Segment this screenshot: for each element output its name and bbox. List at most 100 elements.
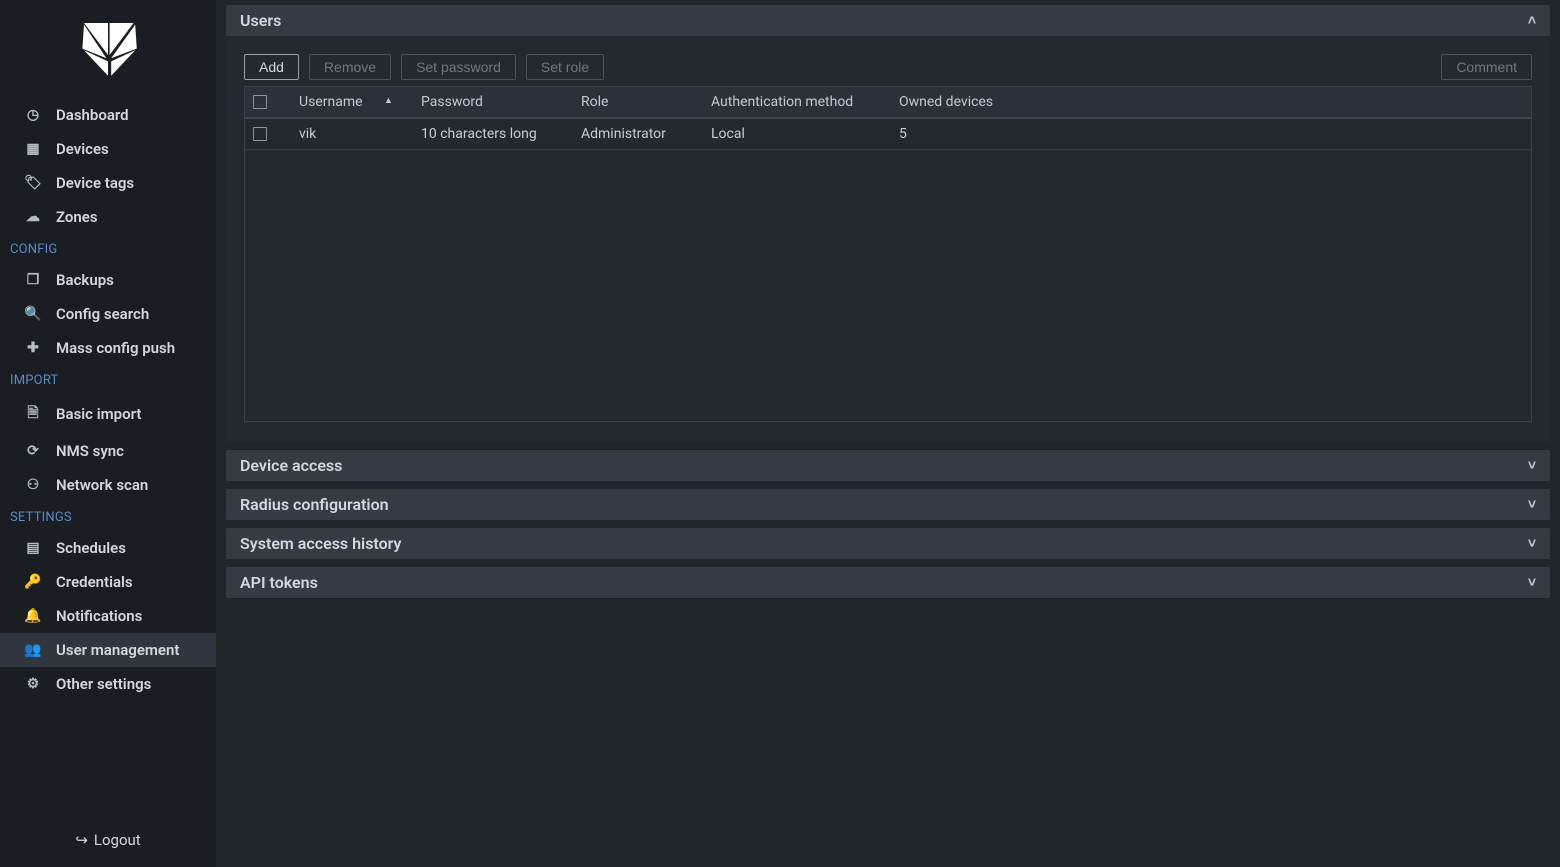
panel-header-api-tokens[interactable]: API tokens ˅ xyxy=(226,567,1550,598)
panel-system-access-history: System access history ˅ xyxy=(226,528,1550,559)
sidebar-item-credentials[interactable]: 🔑 Credentials xyxy=(0,565,216,599)
sidebar-item-notifications[interactable]: 🔔 Notifications xyxy=(0,599,216,633)
sidebar-item-label: Network scan xyxy=(56,476,148,494)
table-header-row: Username ▲ Password Role Authentication … xyxy=(245,87,1531,118)
sort-asc-icon: ▲ xyxy=(384,96,393,106)
sidebar-item-user-management[interactable]: 👥 User management xyxy=(0,633,216,667)
key-icon: 🔑 xyxy=(24,574,42,590)
sliders-icon: ⚙ xyxy=(24,676,42,692)
sidebar-item-label: Other settings xyxy=(56,675,151,693)
sidebar-item-zones[interactable]: ☁ Zones xyxy=(0,200,216,234)
sidebar-item-backups[interactable]: ❐ Backups xyxy=(0,263,216,297)
cloud-icon: ☁ xyxy=(24,209,42,225)
sidebar-item-label: Credentials xyxy=(56,573,133,591)
sidebar-item-label: Backups xyxy=(56,271,114,289)
chevron-down-icon: ˅ xyxy=(1528,535,1536,552)
panel-header-device-access[interactable]: Device access ˅ xyxy=(226,450,1550,481)
panel-api-tokens: API tokens ˅ xyxy=(226,567,1550,598)
users-toolbar: Add Remove Set password Set role Comment xyxy=(244,54,1532,80)
column-password[interactable]: Password xyxy=(413,87,573,118)
panel-title: System access history xyxy=(240,534,402,553)
panel-title: Users xyxy=(240,11,281,30)
panel-users: Users ˄ Add Remove Set password Set role… xyxy=(226,5,1550,442)
sidebar-item-label: Notifications xyxy=(56,607,142,625)
cell-username: vik xyxy=(291,118,413,150)
logout-icon: ↪ xyxy=(75,831,88,849)
gauge-icon: ◷ xyxy=(24,107,42,123)
sidebar-item-label: Basic import xyxy=(56,405,141,423)
set-role-button[interactable]: Set role xyxy=(526,54,604,80)
sidebar-item-other-settings[interactable]: ⚙ Other settings xyxy=(0,667,216,701)
column-select-all[interactable] xyxy=(245,87,291,118)
chevron-down-icon: ˅ xyxy=(1528,457,1536,474)
sidebar-item-basic-import[interactable]: 🗎 Basic import xyxy=(0,394,216,434)
users-icon: 👥 xyxy=(24,642,42,658)
column-role[interactable]: Role xyxy=(573,87,703,118)
sidebar-section-settings: SETTINGS xyxy=(0,502,216,531)
table-row[interactable]: vik 10 characters long Administrator Loc… xyxy=(245,118,1531,150)
comment-button[interactable]: Comment xyxy=(1441,54,1532,80)
search-icon: 🔍 xyxy=(24,306,42,322)
column-owned-devices[interactable]: Owned devices xyxy=(891,87,1531,118)
panel-header-users[interactable]: Users ˄ xyxy=(226,5,1550,36)
cell-owned-devices: 5 xyxy=(891,118,1531,150)
sync-icon: ⟳ xyxy=(24,443,42,459)
cell-auth-method: Local xyxy=(703,118,891,150)
panel-body-users: Add Remove Set password Set role Comment xyxy=(226,36,1550,442)
sidebar-item-label: NMS sync xyxy=(56,442,124,460)
calendar-icon: ▤ xyxy=(24,540,42,556)
add-button[interactable]: Add xyxy=(244,54,299,80)
sidebar-item-device-tags[interactable]: 🏷 Device tags xyxy=(0,166,216,200)
sidebar-item-config-search[interactable]: 🔍 Config search xyxy=(0,297,216,331)
panel-device-access: Device access ˅ xyxy=(226,450,1550,481)
sidebar-item-network-scan[interactable]: ⚇ Network scan xyxy=(0,468,216,502)
sidebar-section-config: CONFIG xyxy=(0,234,216,263)
sidebar-item-label: Device tags xyxy=(56,174,134,192)
cell-password: 10 characters long xyxy=(413,118,573,150)
panel-title: Device access xyxy=(240,456,342,475)
panel-header-system-access-history[interactable]: System access history ˅ xyxy=(226,528,1550,559)
main-content: Users ˄ Add Remove Set password Set role… xyxy=(216,0,1560,867)
sidebar-item-schedules[interactable]: ▤ Schedules xyxy=(0,531,216,565)
sidebar-item-label: Schedules xyxy=(56,539,126,557)
logout-button[interactable]: ↪ Logout xyxy=(0,817,216,867)
remove-button[interactable]: Remove xyxy=(309,54,391,80)
set-password-button[interactable]: Set password xyxy=(401,54,516,80)
sidebar-item-label: Config search xyxy=(56,305,149,323)
puzzle-icon: ✚ xyxy=(24,340,42,356)
sitemap-icon: ⚇ xyxy=(24,477,42,493)
column-auth-method[interactable]: Authentication method xyxy=(703,87,891,118)
bell-icon: 🔔 xyxy=(24,608,42,624)
logo-icon xyxy=(68,23,148,79)
sidebar-item-dashboard[interactable]: ◷ Dashboard xyxy=(0,98,216,132)
checkbox-icon[interactable] xyxy=(253,95,267,109)
chevron-down-icon: ˅ xyxy=(1528,496,1536,513)
copy-icon: ❐ xyxy=(24,272,42,288)
sidebar: ◷ Dashboard ▦ Devices 🏷 Device tags ☁ Zo… xyxy=(0,0,216,867)
cell-role: Administrator xyxy=(573,118,703,150)
sidebar-item-nms-sync[interactable]: ⟳ NMS sync xyxy=(0,434,216,468)
checkbox-icon[interactable] xyxy=(253,127,267,141)
sidebar-item-mass-config[interactable]: ✚ Mass config push xyxy=(0,331,216,365)
sidebar-item-label: Mass config push xyxy=(56,339,175,357)
logout-label: Logout xyxy=(94,831,141,849)
file-icon: 🗎 xyxy=(24,402,42,426)
panel-radius-configuration: Radius configuration ˅ xyxy=(226,489,1550,520)
sidebar-item-label: Devices xyxy=(56,140,109,158)
logo xyxy=(0,8,216,94)
panel-title: API tokens xyxy=(240,573,318,592)
chevron-down-icon: ˅ xyxy=(1528,574,1536,591)
row-checkbox-cell[interactable] xyxy=(245,118,291,150)
tags-icon: 🏷 xyxy=(24,175,42,191)
sidebar-item-label: Dashboard xyxy=(56,106,129,124)
sidebar-item-label: Zones xyxy=(56,208,98,226)
chevron-up-icon: ˄ xyxy=(1528,12,1536,29)
users-table: Username ▲ Password Role Authentication … xyxy=(244,86,1532,422)
grid-icon: ▦ xyxy=(24,141,42,157)
sidebar-item-devices[interactable]: ▦ Devices xyxy=(0,132,216,166)
sidebar-section-import: IMPORT xyxy=(0,365,216,394)
panel-header-radius-configuration[interactable]: Radius configuration ˅ xyxy=(226,489,1550,520)
column-username[interactable]: Username ▲ xyxy=(291,87,413,118)
panel-title: Radius configuration xyxy=(240,495,389,514)
sidebar-item-label: User management xyxy=(56,641,179,659)
